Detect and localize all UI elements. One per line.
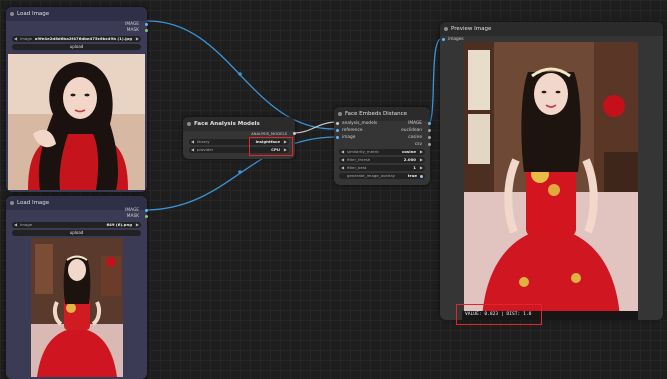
output-mask-socket[interactable] bbox=[145, 29, 148, 32]
input-images-socket[interactable] bbox=[442, 38, 445, 41]
output-csv-socket[interactable] bbox=[428, 143, 431, 146]
output-image-label: IMAGE bbox=[408, 121, 422, 126]
arrow-right-icon[interactable]: ▶ bbox=[136, 36, 139, 42]
output-cosine-socket[interactable] bbox=[428, 136, 431, 139]
arrow-right-icon[interactable]: ▶ bbox=[420, 157, 423, 163]
filter-best-stepper[interactable]: ◀ filter_best 1 ▶ bbox=[339, 165, 425, 171]
arrow-right-icon[interactable]: ▶ bbox=[420, 165, 423, 171]
collapse-dot-icon[interactable] bbox=[187, 122, 191, 126]
output-analysis-models-socket[interactable] bbox=[293, 132, 296, 135]
input-image-socket[interactable] bbox=[336, 136, 339, 139]
arrow-left-icon[interactable]: ◀ bbox=[191, 139, 194, 145]
arrow-right-icon[interactable]: ▶ bbox=[420, 149, 423, 155]
image-preview bbox=[31, 238, 123, 377]
output-csv-label: csv bbox=[414, 142, 422, 147]
input-analysis-models-socket[interactable] bbox=[336, 122, 339, 125]
collapse-dot-icon[interactable] bbox=[338, 112, 342, 116]
output-euclidean-label: euclidean bbox=[401, 128, 422, 133]
collapse-dot-icon[interactable] bbox=[10, 12, 14, 16]
wire-midpoint-dot bbox=[238, 72, 242, 76]
arrow-left-icon[interactable]: ◀ bbox=[341, 157, 344, 163]
output-cosine-label: cosine bbox=[408, 135, 422, 140]
input-reference-socket[interactable] bbox=[336, 129, 339, 132]
face-embeds-distance-node[interactable]: Face Embeds Distance analysis_models ref… bbox=[334, 107, 431, 185]
output-image-socket[interactable] bbox=[428, 122, 431, 125]
collapse-dot-icon[interactable] bbox=[10, 201, 14, 205]
output-mask-label: MASK bbox=[126, 214, 139, 219]
filter-thresh-stepper[interactable]: ◀ filter_thresh 2.000 ▶ bbox=[339, 157, 425, 163]
input-reference-label: reference bbox=[342, 128, 363, 133]
input-image-label: image bbox=[342, 135, 356, 140]
arrow-right-icon[interactable]: ▶ bbox=[136, 222, 139, 228]
output-image-socket[interactable] bbox=[145, 209, 148, 212]
collapse-dot-icon[interactable] bbox=[444, 27, 448, 31]
arrow-left-icon[interactable]: ◀ bbox=[341, 149, 344, 155]
input-images-label: images bbox=[448, 37, 464, 42]
highlight-box-value bbox=[456, 304, 542, 325]
output-image-label: IMAGE bbox=[125, 208, 139, 213]
generate-image-overlay-toggle[interactable]: generate_image_overlay true bbox=[339, 173, 425, 179]
node-title: Face Analysis Models bbox=[183, 117, 295, 131]
preview-image-node[interactable]: Preview Image images VALUE: 0.823 | DIST… bbox=[440, 22, 663, 320]
arrow-left-icon[interactable]: ◀ bbox=[14, 36, 17, 42]
load-image-node-top[interactable]: Load Image IMAGE MASK ◀ image a9fe4e2d8d… bbox=[6, 7, 148, 192]
image-preview bbox=[8, 54, 145, 190]
output-image-label: IMAGE bbox=[125, 22, 139, 27]
image-selector[interactable]: ◀ image a9fe4e2d8d6ba2f476dbe475c6bc49b … bbox=[12, 36, 141, 42]
arrow-left-icon[interactable]: ◀ bbox=[191, 147, 194, 153]
node-title: Face Embeds Distance bbox=[334, 107, 430, 121]
arrow-left-icon[interactable]: ◀ bbox=[341, 165, 344, 171]
upload-button[interactable]: upload bbox=[12, 230, 141, 236]
output-mask-socket[interactable] bbox=[145, 215, 148, 218]
preview-image-output bbox=[464, 42, 638, 318]
load-image-node-bottom[interactable]: Load Image IMAGE MASK ◀ image 649 (6).pn… bbox=[6, 196, 148, 379]
image-selector[interactable]: ◀ image 649 (6).png ▶ bbox=[12, 222, 141, 228]
node-title: Load Image bbox=[6, 7, 147, 21]
wire-models-to-analysis bbox=[292, 121, 336, 134]
similarity-metric-selector[interactable]: ◀ similarity_metric cosine ▶ bbox=[339, 149, 425, 155]
upload-button[interactable]: upload bbox=[12, 44, 141, 50]
node-title: Preview Image bbox=[440, 22, 663, 36]
output-mask-label: MASK bbox=[126, 28, 139, 33]
output-image-socket[interactable] bbox=[145, 23, 148, 26]
input-analysis-models-label: analysis_models bbox=[342, 121, 378, 126]
toggle-on-icon[interactable] bbox=[420, 174, 423, 178]
highlight-box-settings bbox=[249, 137, 293, 156]
output-analysis-models-label: ANALYSIS_MODELS bbox=[251, 131, 287, 136]
output-euclidean-socket[interactable] bbox=[428, 129, 431, 132]
wire-midpoint-dot bbox=[238, 170, 242, 174]
arrow-left-icon[interactable]: ◀ bbox=[14, 222, 17, 228]
